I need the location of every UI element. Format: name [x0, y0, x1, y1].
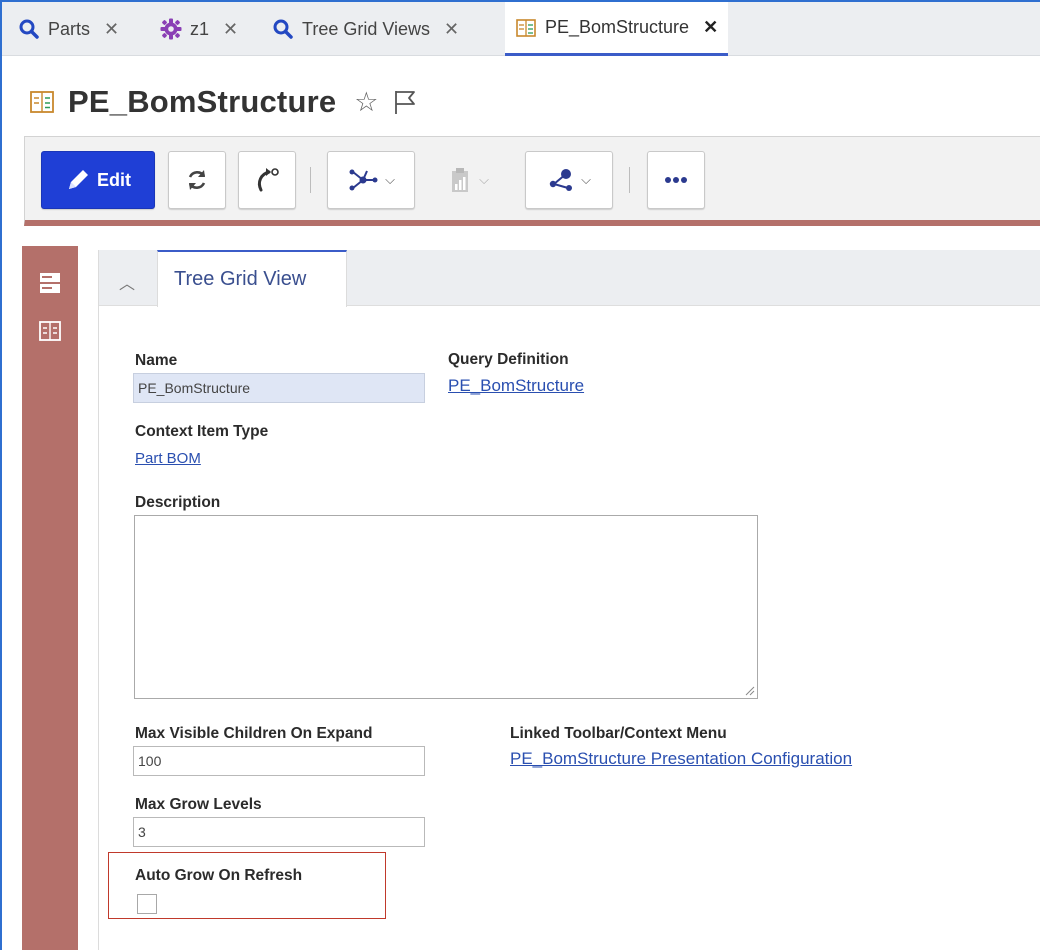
toolbar-separator [310, 167, 311, 193]
name-label: Name [135, 352, 178, 369]
toolbar: Edit ⌵ ⌵ ⌵ [24, 136, 1040, 226]
report-button[interactable]: ⌵ [433, 151, 503, 209]
tab-pe-bomstructure[interactable]: PE_BomStructure ✕ [505, 2, 729, 56]
toolbar-separator [629, 167, 630, 193]
max-grow-levels-label: Max Grow Levels [135, 796, 262, 813]
structure-button[interactable]: ⌵ [327, 151, 415, 209]
panel-tab-label: Tree Grid View [174, 268, 307, 290]
tab-parts[interactable]: Parts ✕ [8, 2, 129, 56]
tab-tree-grid-views[interactable]: Tree Grid Views ✕ [262, 2, 469, 56]
refresh-icon [188, 170, 206, 190]
page-header: PE_BomStructure ☆ [30, 80, 417, 124]
description-field[interactable] [134, 515, 758, 699]
layout-icon[interactable] [39, 272, 61, 294]
auto-grow-checkbox[interactable] [137, 894, 157, 914]
edit-button[interactable]: Edit [41, 151, 155, 209]
more-icon [665, 177, 687, 183]
tab-label: z1 [190, 18, 210, 39]
form-icon [515, 17, 537, 39]
description-label: Description [135, 494, 221, 511]
query-definition-link[interactable]: PE_BomStructure [448, 376, 584, 396]
chevron-up-icon[interactable]: ︿ [119, 270, 135, 294]
left-sidebar [22, 246, 78, 950]
tab-z1[interactable]: z1 ✕ [150, 2, 248, 56]
auto-grow-label: Auto Grow On Refresh [135, 867, 303, 884]
tab-label: Parts [48, 18, 91, 39]
max-visible-children-field[interactable]: 100 [133, 746, 425, 776]
context-item-type-label: Context Item Type [135, 423, 269, 440]
context-item-type-link[interactable]: Part BOM [135, 450, 201, 467]
page-title: PE_BomStructure [68, 84, 337, 119]
search-icon [18, 18, 40, 40]
star-icon[interactable]: ☆ [354, 87, 378, 118]
tab-label: Tree Grid Views [302, 18, 431, 39]
share-icon [549, 169, 573, 191]
query-definition-label: Query Definition [448, 351, 569, 368]
report-icon [452, 168, 469, 192]
panel-header: ︿ Tree Grid View [99, 250, 1040, 307]
name-field[interactable]: PE_BomStructure [133, 373, 425, 403]
share-button[interactable]: ⌵ [525, 151, 613, 209]
linked-toolbar-link[interactable]: PE_BomStructure Presentation Configurati… [510, 749, 852, 769]
search-icon [272, 18, 294, 40]
close-icon[interactable]: ✕ [444, 19, 459, 40]
chevron-down-icon: ⌵ [581, 172, 591, 187]
tab-strip: Parts ✕ z1 ✕ Tree Grid Views ✕ PE_BomStr… [2, 2, 1040, 56]
refresh-button[interactable] [168, 151, 226, 209]
form-icon[interactable] [39, 320, 61, 342]
linked-toolbar-label: Linked Toolbar/Context Menu [510, 725, 727, 742]
pencil-icon [69, 170, 88, 189]
gear-icon [160, 18, 182, 40]
max-visible-children-label: Max Visible Children On Expand [135, 725, 373, 742]
lifecycle-icon [257, 168, 279, 192]
close-icon[interactable]: ✕ [104, 19, 119, 40]
tab-tree-grid-view[interactable]: Tree Grid View [157, 250, 347, 307]
edit-label: Edit [97, 169, 131, 190]
chevron-down-icon: ⌵ [479, 172, 489, 187]
flag-icon[interactable] [393, 89, 417, 115]
chevron-down-icon: ⌵ [385, 172, 395, 187]
form-icon [30, 91, 54, 113]
lifecycle-button[interactable] [238, 151, 296, 209]
max-grow-levels-field[interactable]: 3 [133, 817, 425, 847]
structure-icon [349, 169, 378, 191]
close-icon[interactable]: ✕ [223, 19, 238, 40]
close-icon[interactable]: ✕ [703, 17, 718, 38]
tab-label: PE_BomStructure [545, 17, 690, 37]
resize-grip-icon[interactable] [743, 684, 755, 696]
more-button[interactable] [647, 151, 705, 209]
